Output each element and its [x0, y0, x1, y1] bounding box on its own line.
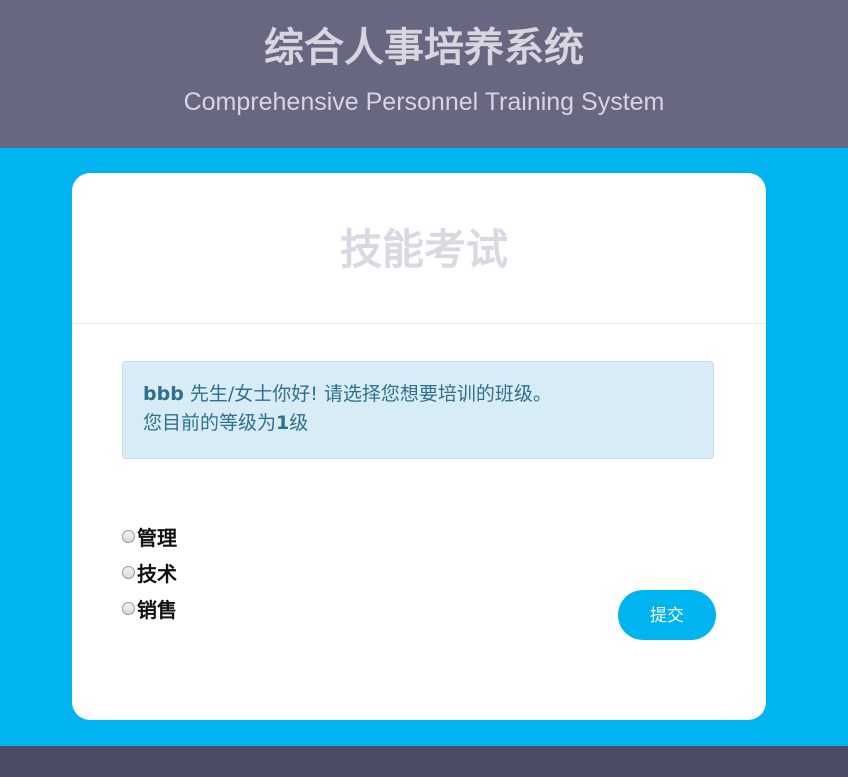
option-technology[interactable]: 技术 — [122, 554, 177, 590]
option-label: 技术 — [137, 561, 177, 586]
submit-button[interactable]: 提交 — [618, 590, 716, 640]
level-line: 您目前的等级为1级 — [143, 409, 693, 438]
option-label: 管理 — [137, 525, 177, 550]
greeting-text: 先生/女士你好! 请选择您想要培训的班级。 — [183, 383, 552, 405]
app-title: 综合人事培养系统 — [264, 25, 584, 71]
info-alert: bbb 先生/女士你好! 请选择您想要培训的班级。 您目前的等级为1级 — [122, 361, 714, 459]
app-header: 综合人事培养系统 Comprehensive Personnel Trainin… — [0, 0, 848, 148]
radio-button[interactable] — [122, 565, 135, 579]
page: 综合人事培养系统 Comprehensive Personnel Trainin… — [0, 0, 848, 777]
option-label: 销售 — [137, 597, 177, 622]
level-value: 1 — [276, 412, 290, 434]
option-sales[interactable]: 销售 — [122, 590, 177, 626]
level-prefix: 您目前的等级为 — [143, 412, 277, 434]
option-management[interactable]: 管理 — [122, 518, 177, 554]
level-suffix: 级 — [289, 412, 309, 434]
radio-button[interactable] — [122, 529, 135, 543]
app-subtitle: Comprehensive Personnel Training System — [183, 88, 665, 116]
page-title: 技能考试 — [339, 225, 508, 274]
radio-button[interactable] — [122, 601, 135, 615]
username: bbb — [143, 383, 184, 405]
title-divider — [72, 323, 766, 324]
greeting-line: bbb 先生/女士你好! 请选择您想要培训的班级。 — [143, 380, 693, 409]
class-options: 管理 技术 销售 — [122, 518, 177, 626]
footer-bar — [0, 746, 848, 777]
